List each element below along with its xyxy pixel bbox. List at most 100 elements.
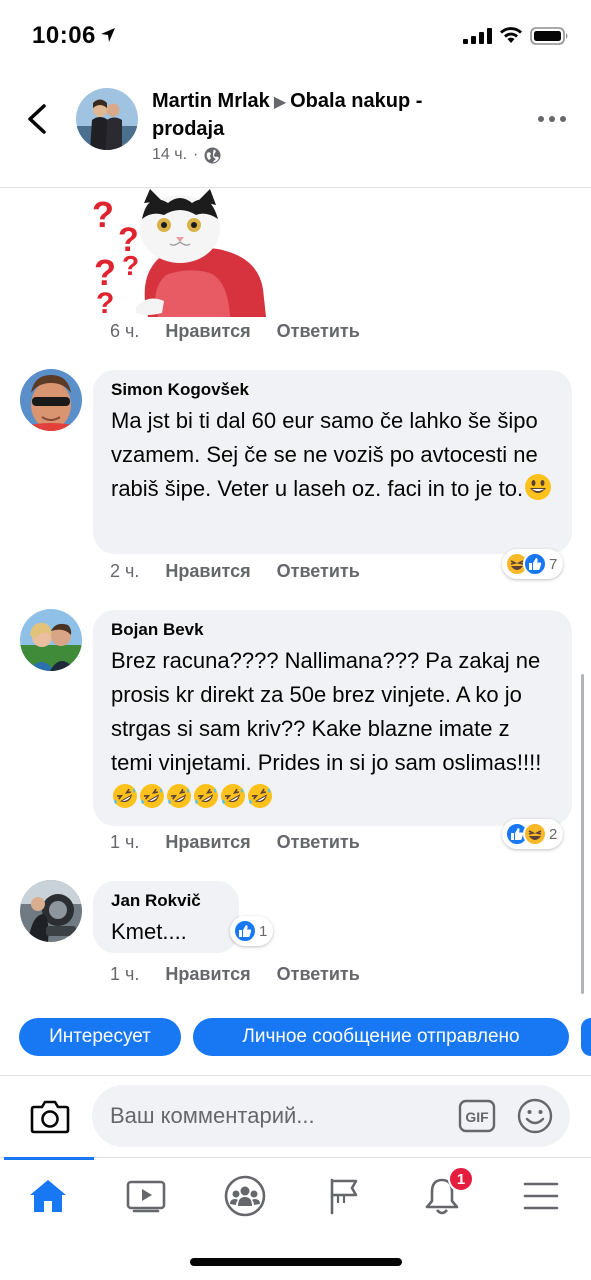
status-time: 10:06 — [32, 22, 96, 49]
reply-button[interactable]: Ответить — [277, 561, 360, 582]
nav-home[interactable] — [18, 1168, 78, 1224]
post-title: Martin Mrlak ▶ Obala nakup - prodaja — [152, 88, 492, 142]
quick-reply-interested[interactable]: Интересует — [19, 1018, 181, 1056]
author-avatar[interactable] — [76, 88, 138, 150]
commenter-avatar[interactable] — [20, 369, 82, 431]
reply-button[interactable]: Ответить — [277, 832, 360, 853]
comment-actions: 2 ч. Нравится Ответить — [110, 561, 360, 582]
reaction-summary[interactable]: 7 — [502, 549, 564, 579]
active-tab-indicator — [4, 1157, 94, 1160]
wifi-icon — [500, 27, 522, 43]
reaction-summary[interactable]: 2 — [502, 819, 564, 849]
like-reaction-icon — [523, 552, 547, 576]
svg-text:?: ? — [122, 250, 139, 281]
bottom-nav: 1 — [0, 1157, 591, 1247]
comment-bubble[interactable]: Jan Rokvič Kmet.... — [93, 881, 239, 953]
like-button[interactable]: Нравится — [165, 832, 250, 853]
back-arrow-icon[interactable] — [22, 102, 52, 136]
post-time[interactable]: 14 ч. — [152, 146, 187, 164]
commenter-name[interactable]: Jan Rokvič — [111, 891, 221, 911]
commenter-avatar[interactable] — [20, 609, 82, 671]
notification-badge: 1 — [448, 1166, 474, 1192]
reaction-count: 1 — [259, 922, 268, 940]
watch-icon — [126, 1180, 166, 1213]
comment-time[interactable]: 6 ч. — [110, 321, 139, 342]
camera-icon[interactable] — [30, 1098, 70, 1134]
home-icon — [30, 1180, 66, 1212]
like-button[interactable]: Нравится — [165, 321, 250, 342]
comment-time[interactable]: 1 ч. — [110, 964, 139, 985]
rofl-emoji-icon — [194, 784, 218, 808]
like-reaction-icon — [233, 919, 257, 943]
reaction-count: 2 — [549, 825, 558, 843]
author-name[interactable]: Martin Mrlak — [152, 90, 270, 112]
post-meta: 14 ч. · — [152, 146, 221, 164]
comment-time[interactable]: 1 ч. — [110, 832, 139, 853]
comment-text: Brez racuna???? Nallimana??? Pa zakaj ne… — [111, 644, 554, 814]
comments-list: ? ? ? ? ? 6 ч. Нравится Ответить Simon K… — [0, 189, 591, 999]
cat-sticker-image[interactable]: ? ? ? ? ? — [88, 189, 268, 317]
reply-button[interactable]: Ответить — [277, 964, 360, 985]
meta-separator: · — [193, 146, 199, 163]
emoji-picker-icon[interactable] — [516, 1097, 554, 1135]
arrow-right-icon: ▶ — [273, 94, 287, 111]
haha-reaction-icon — [523, 822, 547, 846]
rofl-emoji-icon — [113, 784, 137, 808]
comment-composer: GIF — [0, 1075, 591, 1157]
nav-notifications[interactable]: 1 — [412, 1166, 474, 1224]
like-button[interactable]: Нравится — [165, 964, 250, 985]
post-header: Martin Mrlak ▶ Obala nakup - prodaja 14 ч.… — [0, 70, 591, 188]
reaction-summary[interactable]: 1 — [230, 916, 274, 946]
globe-icon — [204, 147, 221, 163]
comment-text-body: Ma jst bi ti dal 60 eur samo če lahko še… — [111, 408, 538, 501]
nav-watch[interactable] — [116, 1168, 176, 1224]
location-arrow-icon — [101, 28, 115, 42]
battery-icon — [530, 27, 568, 45]
comment-text: Kmet.... — [111, 919, 187, 944]
nav-menu[interactable] — [511, 1168, 571, 1224]
quick-reply-message-sent[interactable]: Личное сообщение отправлено — [193, 1018, 569, 1056]
commenter-name[interactable]: Bojan Bevk — [111, 620, 554, 640]
comment-text-body: Brez racuna???? Nallimana??? Pa zakaj ne… — [111, 648, 542, 775]
rofl-emoji-icon — [248, 784, 272, 808]
commenter-avatar[interactable] — [20, 880, 82, 942]
reply-button[interactable]: Ответить — [277, 321, 360, 342]
status-bar: 10:06 — [0, 0, 591, 70]
rofl-emoji-row — [111, 784, 273, 809]
rofl-emoji-icon — [167, 784, 191, 808]
commenter-photo-icon — [20, 609, 82, 671]
comment-actions: 1 ч. Нравится Ответить — [110, 964, 360, 985]
author-photo-icon — [76, 88, 138, 150]
svg-text:GIF: GIF — [465, 1109, 489, 1125]
comment-actions: 1 ч. Нравится Ответить — [110, 832, 360, 853]
nav-groups[interactable] — [215, 1168, 275, 1224]
svg-text:?: ? — [92, 194, 114, 235]
comment-text: Ma jst bi ti dal 60 eur samo če lahko še… — [111, 404, 554, 506]
svg-text:?: ? — [96, 287, 114, 317]
more-options-icon[interactable] — [537, 112, 567, 126]
scrollbar[interactable] — [581, 674, 584, 994]
gif-icon[interactable]: GIF — [458, 1099, 496, 1133]
rofl-emoji-icon — [221, 784, 245, 808]
pages-icon — [330, 1178, 358, 1215]
commenter-photo-icon — [20, 880, 82, 942]
quick-replies: Интересует Личное сообщение отправлено — [0, 1018, 591, 1058]
commenter-name[interactable]: Simon Kogovšek — [111, 380, 554, 400]
comment-bubble[interactable]: Bojan Bevk Brez racuna???? Nallimana??? … — [93, 610, 572, 826]
groups-icon — [224, 1175, 266, 1217]
comment-input-box[interactable]: GIF — [92, 1085, 570, 1147]
comment-bubble[interactable]: Simon Kogovšek Ma jst bi ti dal 60 eur s… — [93, 370, 572, 554]
smiley-emoji-icon — [525, 474, 552, 500]
menu-icon — [523, 1182, 559, 1210]
sticker-comment-actions: 6 ч. Нравится Ответить — [110, 321, 360, 342]
commenter-photo-icon — [20, 369, 82, 431]
quick-reply-more[interactable] — [581, 1018, 591, 1056]
rofl-emoji-icon — [140, 784, 164, 808]
nav-pages[interactable] — [315, 1168, 375, 1224]
like-button[interactable]: Нравится — [165, 561, 250, 582]
cell-signal-icon — [463, 28, 492, 44]
comment-input[interactable] — [110, 1085, 440, 1147]
home-indicator — [190, 1258, 402, 1266]
comment-time[interactable]: 2 ч. — [110, 561, 139, 582]
reaction-count: 7 — [549, 555, 558, 573]
